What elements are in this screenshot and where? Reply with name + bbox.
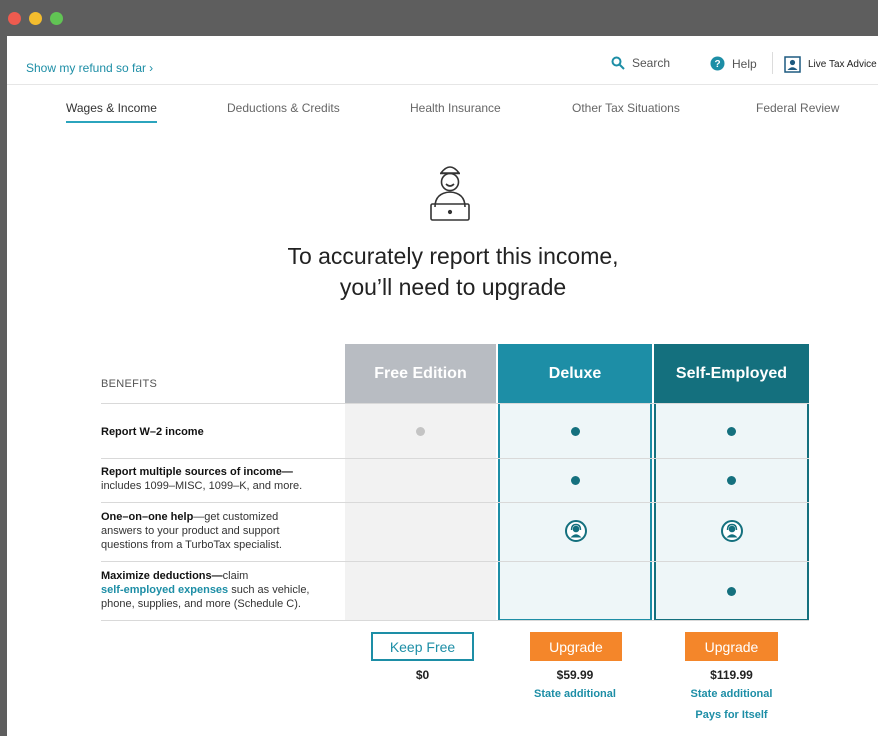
benefit-multiple-income: Report multiple sources of income— inclu… (101, 465, 331, 493)
svg-text:?: ? (714, 59, 720, 70)
help-icon: ? (710, 56, 725, 71)
upgrade-self-employed-button[interactable]: Upgrade (685, 632, 778, 661)
benefit-maximize-deductions: Maximize deductions—claim self-employed … (101, 569, 321, 611)
row-divider (101, 458, 809, 459)
free-included-dot (416, 427, 425, 436)
self-employed-expenses-link[interactable]: self-employed expenses (101, 584, 228, 596)
row-divider (101, 620, 809, 621)
tab-health-insurance[interactable]: Health Insurance (410, 101, 501, 115)
benefit-title: Report multiple sources of income— (101, 466, 293, 478)
section-tabs: Wages & Income Deductions & Credits Heal… (7, 86, 878, 136)
tab-other-tax-situations[interactable]: Other Tax Situations (572, 101, 680, 115)
benefit-title: One–on–one help (101, 511, 194, 523)
self-employed-state-additional: State additional (690, 688, 773, 700)
deluxe-price: $59.99 (556, 668, 594, 682)
benefit-title: Report W–2 income (101, 426, 204, 438)
specialist-icon (565, 520, 587, 542)
self-employed-price: $119.99 (710, 668, 753, 682)
deluxe-included-dot (571, 427, 580, 436)
close-window-button[interactable] (8, 12, 21, 25)
self-employed-included-dot (727, 427, 736, 436)
app-window: Show my refund so far› Search ? Help Li (7, 36, 878, 736)
benefit-detail: includes 1099–MISC, 1099–K, and more. (101, 480, 303, 492)
deluxe-state-additional: State additional (534, 688, 616, 700)
self-employed-header: Self-Employed (654, 344, 809, 403)
live-tax-advice-label: Live Tax Advice (808, 59, 877, 70)
search-button[interactable]: Search (611, 56, 670, 70)
help-button[interactable]: ? Help (710, 56, 757, 71)
deluxe-included-dot (571, 476, 580, 485)
tab-deductions-credits[interactable]: Deductions & Credits (227, 101, 340, 115)
benefit-title: Maximize deductions— (101, 570, 223, 582)
refund-link[interactable]: Show my refund so far › (26, 61, 153, 75)
headline-line-2: you’ll need to upgrade (339, 274, 567, 300)
window-titlebar (0, 0, 878, 36)
page-headline: To accurately report this income, you’ll… (7, 241, 878, 303)
benefit-w2-income: Report W–2 income (101, 425, 331, 439)
tab-federal-review[interactable]: Federal Review (756, 101, 839, 115)
tab-label: Deductions & Credits (227, 101, 340, 115)
benefits-heading: BENEFITS (101, 378, 158, 390)
live-tax-advice-button[interactable]: Live Tax Advice (784, 56, 877, 73)
tax-expert-laptop-icon (430, 166, 470, 221)
upgrade-deluxe-button[interactable]: Upgrade (530, 632, 622, 661)
self-employed-pays-for-itself: Pays for Itself (695, 709, 768, 721)
tab-label: Wages & Income (66, 101, 157, 115)
help-label: Help (732, 56, 757, 71)
minimize-window-button[interactable] (29, 12, 42, 25)
free-price: $0 (415, 668, 430, 682)
tab-label: Health Insurance (410, 101, 501, 115)
tax-expert-icon (784, 56, 801, 73)
tab-wages-income[interactable]: Wages & Income (66, 101, 157, 123)
free-edition-header: Free Edition (345, 344, 496, 403)
search-label: Search (632, 56, 671, 70)
refund-link-label: Show my refund so far (26, 61, 147, 75)
search-icon (611, 56, 625, 70)
benefit-one-on-one-help: One–on–one help—get customized answers t… (101, 510, 321, 552)
deluxe-header: Deluxe (498, 344, 652, 403)
chevron-right-icon: › (149, 61, 154, 75)
row-divider (101, 502, 809, 503)
keep-free-button[interactable]: Keep Free (371, 632, 474, 661)
window-frame (0, 36, 7, 736)
row-divider (101, 561, 809, 562)
benefit-detail-pre: claim (222, 570, 249, 582)
specialist-icon (721, 520, 743, 542)
self-employed-included-dot (727, 476, 736, 485)
self-employed-included-dot (727, 587, 736, 596)
active-tab-indicator (66, 121, 157, 123)
tab-label: Other Tax Situations (572, 101, 680, 115)
headline-line-1: To accurately report this income, (287, 243, 619, 269)
tab-label: Federal Review (756, 101, 840, 115)
row-divider (101, 403, 809, 404)
maximize-window-button[interactable] (50, 12, 63, 25)
top-bar: Show my refund so far› Search ? Help Li (7, 36, 878, 85)
toolbar-divider (772, 52, 773, 74)
